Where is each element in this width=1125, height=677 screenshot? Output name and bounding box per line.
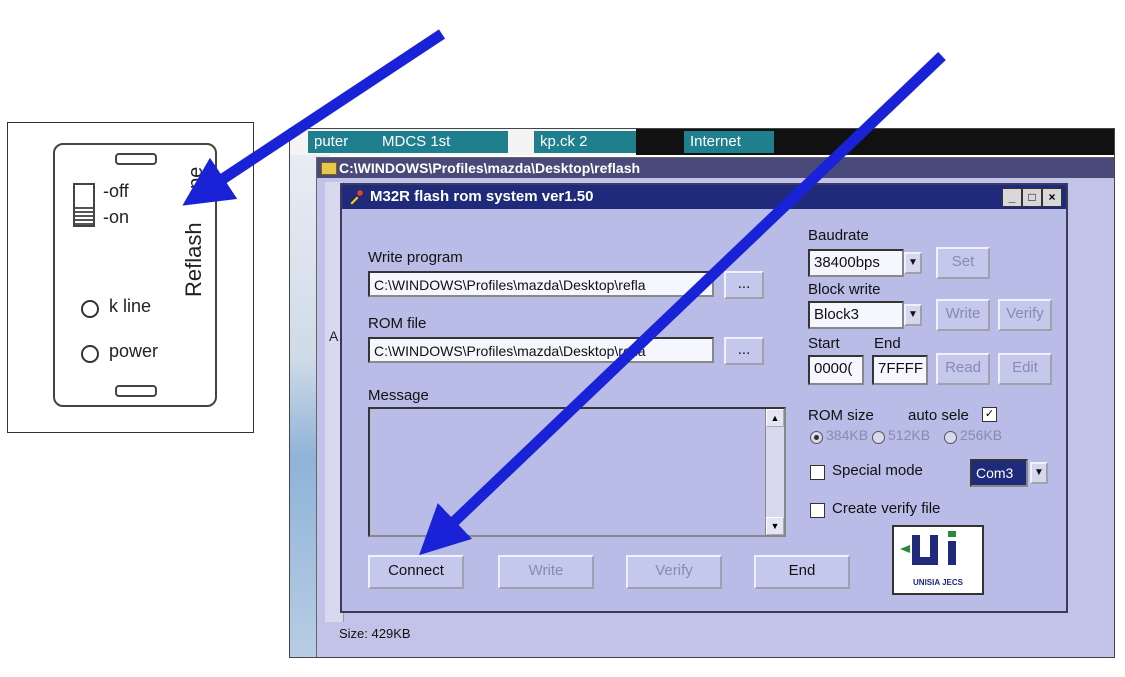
arrow-to-connect [419, 52, 946, 556]
arrow-to-switch [182, 29, 446, 206]
annotation-arrows [182, 29, 946, 556]
